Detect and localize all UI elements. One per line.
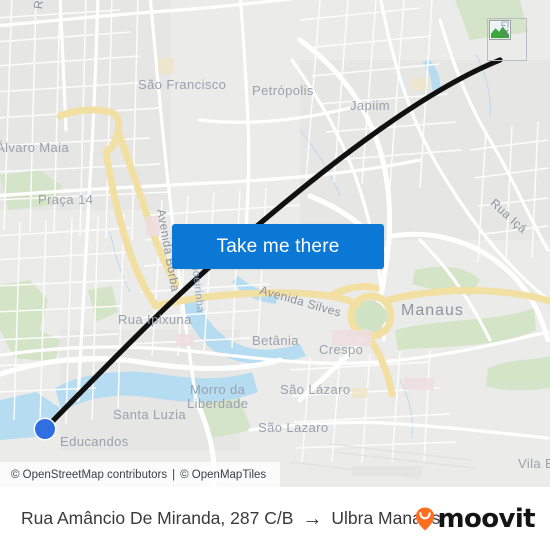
map-canvas[interactable]: Rua Maceió São Francisco Petrópolis Japi… (0, 0, 550, 487)
take-me-there-button[interactable]: Take me there (172, 224, 384, 269)
osm-attribution-link[interactable]: © OpenStreetMap contributors (11, 469, 167, 481)
route-footer: Rua Amâncio De Miranda, 287 C/B → Ulbra … (0, 487, 550, 550)
map-attribution: © OpenStreetMap contributors | © OpenMap… (0, 462, 281, 487)
destination-marker[interactable] (487, 18, 527, 61)
arrow-right-icon: → (302, 507, 323, 530)
moovit-wordmark: moovit (437, 503, 535, 534)
openmaptiles-attribution-link[interactable]: © OpenMapTiles (180, 469, 266, 481)
origin-dot-icon[interactable] (35, 419, 55, 439)
moovit-logo[interactable]: moovit (414, 503, 536, 534)
attribution-separator: | (172, 468, 176, 481)
moovit-pin-icon (414, 506, 436, 532)
route-summary: Rua Amâncio De Miranda, 287 C/B → Ulbra … (21, 508, 440, 529)
route-origin-label: Rua Amâncio De Miranda, 287 C/B (21, 508, 294, 528)
broken-image-icon (489, 20, 511, 40)
moovit-route-card: Rua Maceió São Francisco Petrópolis Japi… (0, 0, 550, 550)
